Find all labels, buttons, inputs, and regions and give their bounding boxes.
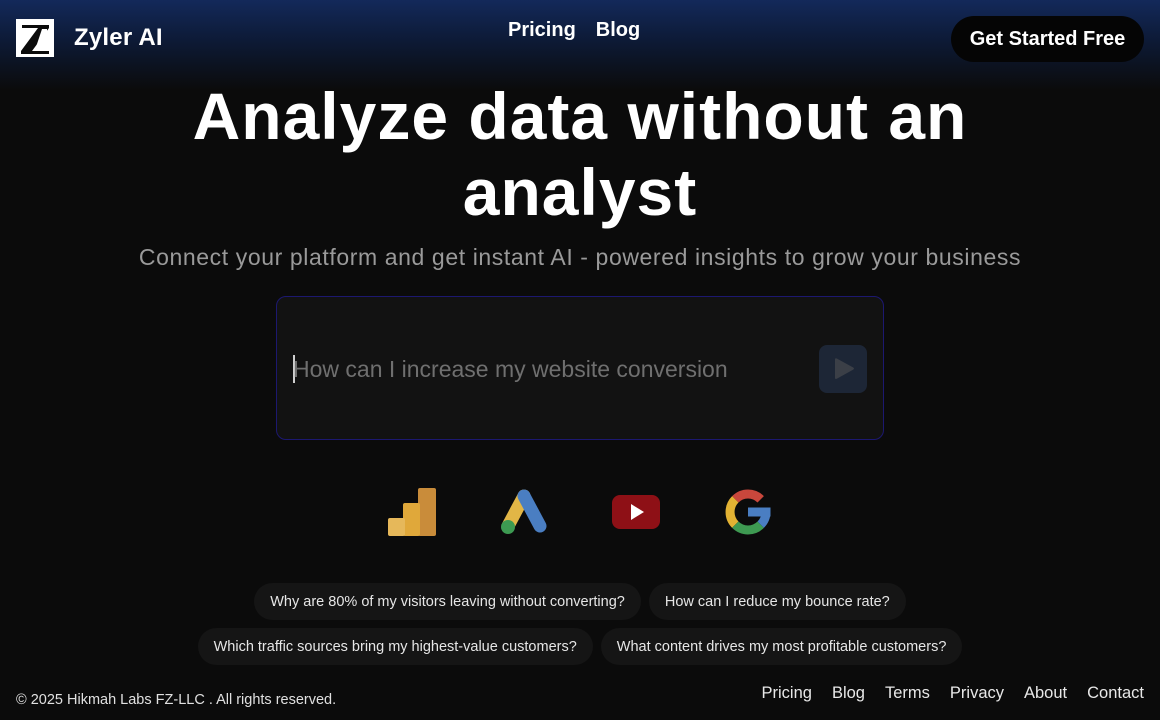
suggestion-chip[interactable]: Why are 80% of my visitors leaving witho… [254,583,641,620]
brand-name[interactable]: Zyler AI [74,24,163,52]
zyler-logo-icon[interactable] [16,19,54,57]
footer-link-privacy[interactable]: Privacy [950,684,1004,703]
get-started-button[interactable]: Get Started Free [951,16,1144,62]
google-analytics-icon[interactable] [388,488,436,536]
nav-link-blog[interactable]: Blog [596,19,640,42]
footer-link-contact[interactable]: Contact [1087,684,1144,703]
google-ads-icon[interactable] [500,488,548,536]
hero-title: Analyze data without an analyst [192,79,968,229]
integrations-row [388,488,772,536]
chip-row: Why are 80% of my visitors leaving witho… [0,583,1160,620]
send-button[interactable] [819,345,867,393]
prompt-input[interactable] [293,353,803,385]
copyright-text: © 2025 Hikmah Labs FZ-LLC . All rights r… [16,692,337,708]
google-icon[interactable] [724,488,772,536]
chip-row: Which traffic sources bring my highest-v… [0,628,1160,665]
prompt-box [276,296,884,440]
suggestion-chip[interactable]: Which traffic sources bring my highest-v… [197,628,593,665]
nav-link-pricing[interactable]: Pricing [508,19,576,42]
footer-link-blog[interactable]: Blog [832,684,865,703]
footer-link-about[interactable]: About [1024,684,1067,703]
suggestion-chip[interactable]: How can I reduce my bounce rate? [648,583,906,620]
suggestion-chip[interactable]: What content drives my most profitable c… [600,628,963,665]
youtube-icon[interactable] [612,488,660,536]
footer-link-pricing[interactable]: Pricing [762,684,812,703]
footer-link-terms[interactable]: Terms [885,684,930,703]
play-icon [835,358,854,379]
site-header: Zyler AI Pricing Blog Get Started Free [0,0,1160,78]
top-nav: Pricing Blog [508,19,640,42]
footer-nav: Pricing Blog Terms Privacy About Contact [762,684,1144,703]
hero-subtitle: Connect your platform and get instant AI… [138,244,1022,270]
